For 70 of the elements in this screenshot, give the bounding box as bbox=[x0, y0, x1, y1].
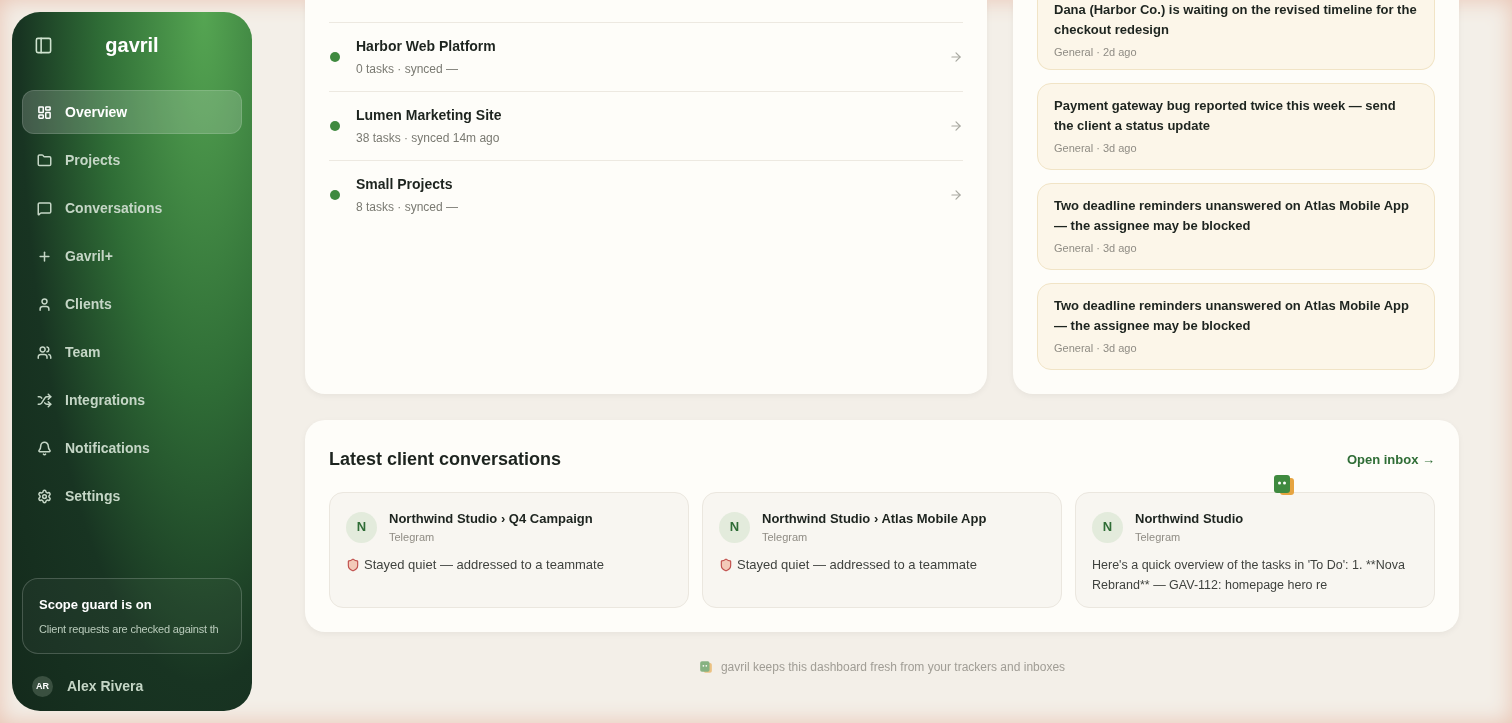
conversation-title: Northwind Studio bbox=[1135, 510, 1244, 528]
project-meta: 38 tasks · synced 14m ago bbox=[356, 130, 501, 147]
user-name: Alex Rivera bbox=[67, 677, 144, 696]
client-avatar: N bbox=[1092, 511, 1123, 543]
dashboard-icon bbox=[37, 104, 52, 120]
client-avatar: N bbox=[719, 511, 750, 543]
scope-guard-title: Scope guard is on bbox=[39, 596, 153, 614]
mascot-icon bbox=[1272, 473, 1296, 497]
client-avatar: N bbox=[346, 511, 377, 543]
shield-icon bbox=[719, 557, 733, 572]
arrow-right-icon bbox=[949, 119, 963, 133]
conversation-preview: Here's a quick overview of the tasks in 'To Do': 1. **Nova Rebrand** — GAV-112: homepage hero re bbox=[1092, 557, 1406, 594]
alert-text: Dana (Harbor Co.) is waiting on the revised timeline for the checkout redesign bbox=[1054, 1, 1418, 39]
user-avatar: AR bbox=[32, 676, 53, 697]
sidebar-toggle-icon[interactable] bbox=[34, 35, 53, 55]
conversation-card[interactable]: N Northwind Studio Telegram Here's a quick overview of the tasks in 'To Do': 1. **Nova Rebrand** — GAV-112: homepage hero re bbox=[1075, 492, 1435, 608]
project-meta: 0 tasks · synced — bbox=[356, 61, 460, 78]
conversation-preview: Stayed quiet — addressed to a teammate bbox=[364, 556, 604, 574]
conversation-card[interactable]: N Northwind Studio › Q4 Campaign Telegram Stayed quiet — addressed to a teammate bbox=[329, 492, 689, 608]
mascot-icon bbox=[698, 660, 713, 674]
nav-item[interactable]: Integrations bbox=[22, 378, 242, 422]
channel-label: Telegram bbox=[762, 529, 809, 545]
project-name: Small Projects bbox=[356, 175, 454, 194]
section-title: Latest client conversations bbox=[329, 448, 562, 471]
plus-icon bbox=[37, 248, 52, 264]
channel-label: Telegram bbox=[389, 529, 436, 545]
project-row[interactable]: Lumen Marketing Site 38 tasks · synced 14m ago bbox=[329, 91, 963, 160]
folder-icon bbox=[37, 152, 52, 168]
crossed-arrows-icon bbox=[37, 392, 52, 408]
brand-logo: gavril bbox=[104, 33, 160, 58]
alert-text: Two deadline reminders unanswered on Atlas Mobile App — the assignee may be blocked bbox=[1054, 197, 1410, 235]
alert-card[interactable]: Two deadline reminders unanswered on Atlas Mobile App — the assignee may be blocked General · 3d ago bbox=[1037, 183, 1435, 270]
bell-icon bbox=[37, 440, 52, 456]
conversation-title: Northwind Studio › Atlas Mobile App bbox=[762, 510, 987, 528]
project-row[interactable]: Small Projects 8 tasks · synced — bbox=[329, 160, 963, 229]
footer-text: gavril keeps this dashboard fresh from your trackers and inboxes bbox=[720, 659, 1066, 676]
shield-icon bbox=[346, 557, 360, 572]
nav-item[interactable]: Settings bbox=[22, 474, 242, 518]
nav-item[interactable]: Conversations bbox=[22, 186, 242, 230]
conversation-card[interactable]: N Northwind Studio › Atlas Mobile App Telegram Stayed quiet — addressed to a teammate bbox=[702, 492, 1062, 608]
project-row[interactable]: Harbor Web Platform 0 tasks · synced — bbox=[329, 22, 963, 91]
conversation-preview: Stayed quiet — addressed to a teammate bbox=[737, 556, 977, 574]
nav-item[interactable]: Overview bbox=[22, 90, 242, 134]
alert-card[interactable]: Payment gateway bug reported twice this week — send the client a status update General · 3d ago bbox=[1037, 83, 1435, 170]
alert-meta: General · 3d ago bbox=[1054, 141, 1138, 156]
nav-item[interactable]: Gavril+ bbox=[22, 234, 242, 278]
nav-item[interactable]: Notifications bbox=[22, 426, 242, 470]
alert-text: Two deadline reminders unanswered on Atlas Mobile App — the assignee may be blocked bbox=[1054, 297, 1410, 335]
people-icon bbox=[37, 344, 52, 360]
alert-meta: General · 3d ago bbox=[1054, 241, 1138, 256]
chat-bubble-icon bbox=[37, 200, 52, 216]
arrow-right-icon bbox=[949, 188, 963, 202]
settings-icon bbox=[37, 488, 52, 504]
alert-text: Payment gateway bug reported twice this week — send the client a status update bbox=[1054, 97, 1397, 135]
project-name: Harbor Web Platform bbox=[356, 37, 497, 56]
open-inbox-link[interactable]: Open inbox → bbox=[1346, 449, 1435, 470]
project-meta: 8 tasks · synced — bbox=[356, 199, 460, 216]
nav-item[interactable]: Clients bbox=[22, 282, 242, 326]
alert-card[interactable]: Two deadline reminders unanswered on Atlas Mobile App — the assignee may be blocked General · 3d ago bbox=[1037, 283, 1435, 370]
alert-meta: General · 3d ago bbox=[1054, 341, 1138, 356]
person-icon bbox=[37, 296, 52, 312]
nav-item[interactable]: Team bbox=[22, 330, 242, 374]
conversation-title: Northwind Studio › Q4 Campaign bbox=[389, 510, 593, 528]
arrow-right-icon bbox=[949, 50, 963, 64]
project-name: Lumen Marketing Site bbox=[356, 106, 503, 125]
alert-card[interactable]: Dana (Harbor Co.) is waiting on the revised timeline for the checkout redesign General · 2d ago bbox=[1037, 0, 1435, 70]
channel-label: Telegram bbox=[1135, 529, 1182, 545]
scope-guard-text: Client requests are checked against th bbox=[39, 621, 220, 637]
alert-meta: General · 2d ago bbox=[1054, 45, 1138, 60]
nav-item[interactable]: Projects bbox=[22, 138, 242, 182]
